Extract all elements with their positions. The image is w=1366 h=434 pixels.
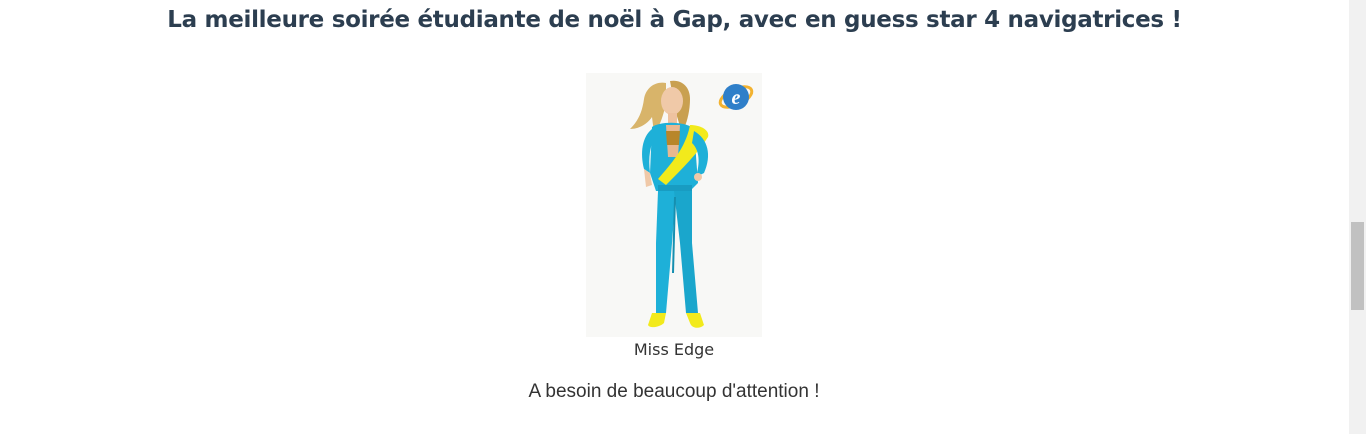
svg-text:e: e bbox=[732, 87, 741, 109]
page-content: La meilleure soirée étudiante de noël à … bbox=[0, 0, 1349, 434]
scrollbar-thumb[interactable] bbox=[1351, 222, 1364, 310]
photo-caption: Miss Edge bbox=[633, 340, 715, 359]
vertical-scrollbar[interactable] bbox=[1349, 0, 1366, 434]
model-illustration: e bbox=[586, 73, 762, 337]
photo-description: A besoin de beaucoup d'attention ! bbox=[528, 381, 820, 402]
article-title: La meilleure soirée étudiante de noël à … bbox=[167, 7, 1182, 33]
browser-viewport: La meilleure soirée étudiante de noël à … bbox=[0, 0, 1366, 434]
model-photo: e bbox=[586, 73, 762, 337]
